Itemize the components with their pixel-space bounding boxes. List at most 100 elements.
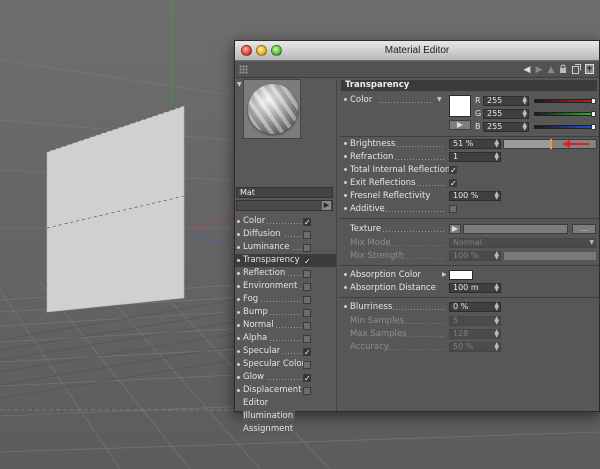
- additive-checkbox[interactable]: [449, 205, 457, 213]
- expand-arrow-icon[interactable]: ▶: [322, 201, 331, 210]
- color-dropdown-triangle-icon[interactable]: ▼: [437, 94, 442, 106]
- lock-icon[interactable]: [558, 64, 568, 76]
- channel-label: Diffusion: [243, 229, 283, 239]
- total-internal-reflection-checkbox[interactable]: ✓: [449, 166, 457, 175]
- exit-reflections-label: Exit Reflections: [350, 178, 416, 188]
- mix-mode-label: Mix Mode: [350, 238, 391, 248]
- channel-item-luminance[interactable]: Luminance: [235, 241, 336, 254]
- forward-arrow-icon[interactable]: ▶: [533, 64, 545, 76]
- channel-checkbox[interactable]: [303, 296, 311, 304]
- max-samples-value-field[interactable]: 128 ▲ ▼: [449, 329, 501, 339]
- color-picker-arrow-icon[interactable]: ▶: [449, 120, 471, 130]
- accuracy-value-field[interactable]: 50 % ▲ ▼: [449, 342, 501, 352]
- channel-checkbox[interactable]: ✓: [303, 257, 311, 266]
- mix-strength-value-field[interactable]: 100 % ▲ ▼: [449, 251, 501, 261]
- texture-slot[interactable]: [463, 224, 568, 234]
- toolbar: ◀ ▶ ▲: [235, 62, 599, 78]
- preview-menu-triangle-icon[interactable]: ▼: [237, 81, 242, 88]
- channel-item-diffusion[interactable]: Diffusion: [235, 228, 336, 241]
- channel-checkbox[interactable]: [303, 270, 311, 278]
- channel-label: Fog: [243, 294, 261, 304]
- up-arrow-icon[interactable]: ▲: [546, 64, 556, 76]
- channel-item-bump[interactable]: Bump: [235, 306, 336, 319]
- mix-mode-dropdown[interactable]: Normal ▼: [449, 238, 596, 248]
- channel-checkbox[interactable]: [303, 335, 311, 343]
- additive-row: Additive: [339, 203, 599, 215]
- texture-label: Texture: [350, 224, 382, 234]
- channel-checkbox[interactable]: [303, 283, 311, 291]
- channel-item-normal[interactable]: Normal: [235, 319, 336, 332]
- absorption-color-arrow-icon[interactable]: ▶: [442, 269, 447, 281]
- channel-item-reflection[interactable]: Reflection: [235, 267, 336, 280]
- material-preview[interactable]: [243, 79, 301, 139]
- channel-checkbox[interactable]: [303, 361, 311, 369]
- channel-checkbox[interactable]: ✓: [303, 374, 311, 383]
- material-preview-sphere: [248, 84, 298, 134]
- channel-item-environment[interactable]: Environment: [235, 280, 336, 293]
- material-options-strip[interactable]: ▶: [236, 200, 333, 211]
- channel-label: Alpha: [243, 333, 270, 343]
- channel-label: Glow: [243, 372, 267, 382]
- mix-strength-slider[interactable]: [503, 251, 597, 261]
- blue-value-field[interactable]: 255 ▲ ▼: [483, 122, 529, 132]
- transparency-settings-pane: Transparency Color ▼ ▶ R G B 255 ▲ ▼ 255 ▲ ▼…: [339, 79, 599, 411]
- channel-checkbox[interactable]: ✓: [303, 348, 311, 357]
- absorption-color-label: Absorption Color: [350, 270, 421, 280]
- channel-label: Reflection: [243, 268, 288, 278]
- b-label: B: [475, 122, 481, 131]
- channel-label: Displacement: [243, 385, 304, 395]
- channel-label: Editor: [243, 398, 271, 408]
- channel-item-fog[interactable]: Fog: [235, 293, 336, 306]
- red-annotation-arrow-icon: [562, 140, 589, 148]
- color-swatch[interactable]: [449, 95, 471, 117]
- blue-gradient-slider[interactable]: [534, 124, 596, 130]
- channel-item-editor[interactable]: Editor: [235, 397, 336, 410]
- refraction-label: Refraction: [350, 152, 394, 162]
- channel-item-specular[interactable]: Specular ✓: [235, 345, 336, 358]
- channel-checkbox[interactable]: [303, 231, 311, 239]
- channel-checkbox[interactable]: [303, 322, 311, 330]
- channel-label: Luminance: [243, 242, 292, 252]
- brightness-slider-handle[interactable]: [549, 139, 552, 149]
- red-gradient-slider[interactable]: [534, 98, 596, 104]
- channel-item-transparency[interactable]: Transparency ✓: [235, 254, 336, 267]
- pin-icon[interactable]: [584, 64, 594, 76]
- texture-browse-button[interactable]: ...: [572, 224, 596, 234]
- fresnel-reflectivity-value-field[interactable]: 100 % ▲ ▼: [449, 191, 501, 201]
- absorption-color-swatch[interactable]: [449, 270, 473, 280]
- brightness-label: Brightness: [350, 139, 396, 149]
- new-window-icon[interactable]: [571, 64, 581, 76]
- channel-checkbox[interactable]: [303, 387, 311, 395]
- channel-checkbox[interactable]: ✓: [303, 218, 311, 227]
- channel-label: Assignment: [243, 424, 296, 434]
- material-editor-window[interactable]: Material Editor ◀ ▶ ▲ ▼ Mat ▶ Color ✓ Diff…: [234, 40, 600, 434]
- channel-label: Illumination: [243, 411, 296, 421]
- blurriness-value-field[interactable]: 0 % ▲ ▼: [449, 302, 501, 312]
- red-value-field[interactable]: 255 ▲ ▼: [483, 96, 529, 106]
- channel-label: Specular Color: [243, 359, 308, 369]
- absorption-distance-label: Absorption Distance: [350, 283, 436, 293]
- channel-item-displacement[interactable]: Displacement: [235, 384, 336, 397]
- title-bar[interactable]: Material Editor: [235, 41, 599, 61]
- absorption-distance-value-field[interactable]: 100 m ▲ ▼: [449, 283, 501, 293]
- green-value-field[interactable]: 255 ▲ ▼: [483, 109, 529, 119]
- channel-item-alpha[interactable]: Alpha: [235, 332, 336, 345]
- channel-label: Transparency: [243, 255, 302, 265]
- channel-item-color[interactable]: Color ✓: [235, 215, 336, 228]
- material-name-field[interactable]: Mat: [236, 187, 333, 198]
- channel-checkbox[interactable]: [303, 244, 311, 252]
- back-arrow-icon[interactable]: ◀: [522, 64, 532, 76]
- min-samples-value-field[interactable]: 5 ▲ ▼: [449, 316, 501, 326]
- refraction-value-field[interactable]: 1 ▲ ▼: [449, 152, 501, 162]
- green-gradient-slider[interactable]: [534, 111, 596, 117]
- channel-item-glow[interactable]: Glow ✓: [235, 371, 336, 384]
- texture-menu-arrow-icon[interactable]: ▶: [449, 224, 461, 234]
- channel-checkbox[interactable]: [303, 309, 311, 317]
- grip-icon[interactable]: [239, 65, 248, 74]
- brightness-value-field[interactable]: 51 % ▲ ▼: [449, 139, 501, 149]
- exit-reflections-checkbox[interactable]: ✓: [449, 179, 457, 188]
- exit-reflections-row: Exit Reflections ✓: [339, 177, 599, 189]
- channel-item-illumination[interactable]: Illumination: [235, 410, 336, 423]
- channel-item-specular-color[interactable]: Specular Color: [235, 358, 336, 371]
- channel-item-assignment[interactable]: Assignment: [235, 423, 336, 436]
